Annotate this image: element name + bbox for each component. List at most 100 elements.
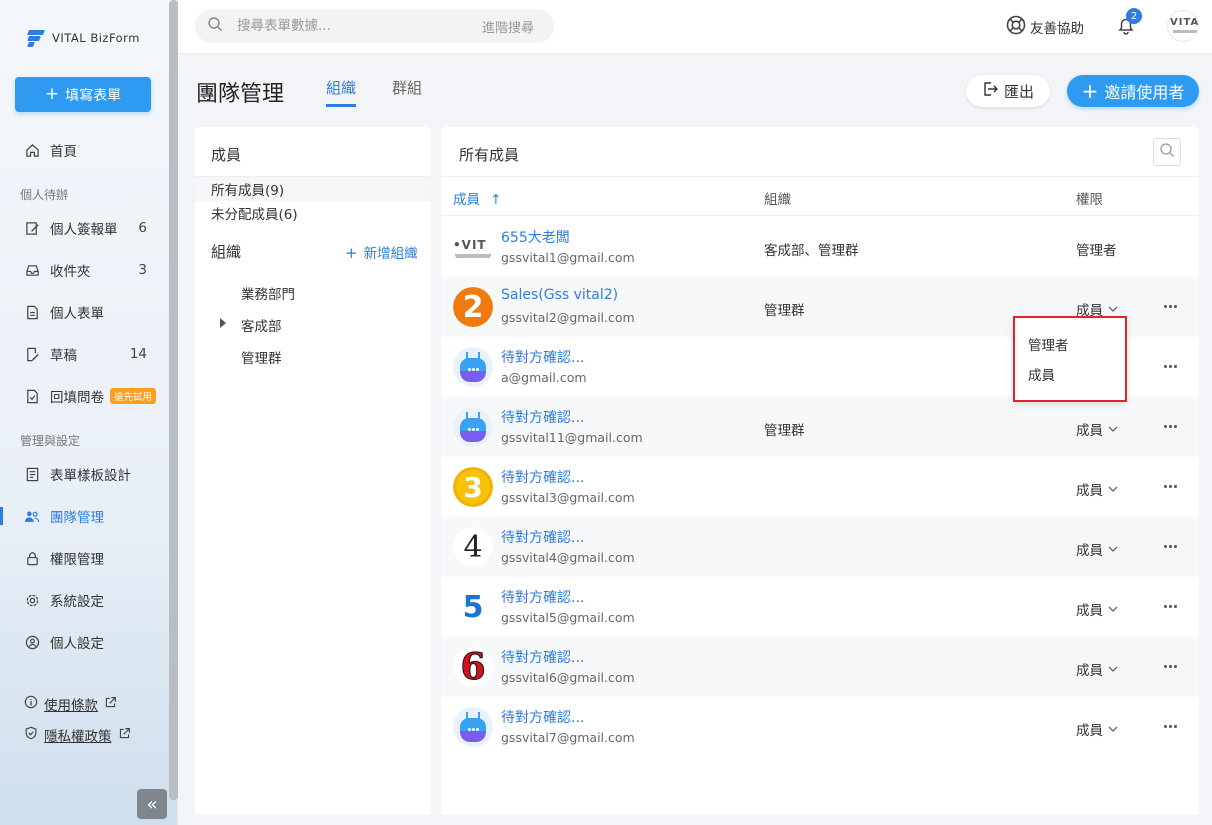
more-actions-button[interactable] [1161, 657, 1179, 675]
lifebuoy-icon [1006, 15, 1026, 39]
info-icon [24, 695, 38, 713]
member-name[interactable]: 待對方確認... [501, 587, 584, 607]
member-organization: 管理群 [764, 423, 805, 439]
search-icon [207, 16, 223, 36]
nav-template-design[interactable]: 表單樣板設計 [0, 459, 165, 489]
permission-option-member[interactable]: 成員 [1028, 364, 1055, 384]
member-search-button[interactable] [1153, 138, 1181, 166]
permission-dropdown[interactable]: 成員 [1076, 539, 1118, 559]
brand-logo[interactable]: VITAL BizForm [24, 28, 140, 48]
avatar: •VIT [453, 227, 493, 267]
org-tree-item[interactable]: 業務部門 [241, 283, 295, 303]
nav-system-settings[interactable]: 系統設定 [0, 585, 165, 615]
member-name[interactable]: 待對方確認... [501, 407, 584, 427]
more-actions-button[interactable] [1161, 717, 1179, 735]
member-name[interactable]: 待對方確認... [501, 467, 584, 487]
permission-dropdown[interactable]: 成員 [1076, 659, 1118, 679]
search-bar[interactable]: 進階搜尋 [195, 9, 554, 43]
column-header-member[interactable]: 成員 ↑ [453, 188, 502, 208]
table-row: 待對方確認... gssvital7@gmail.com 成員 [441, 697, 1199, 757]
permission-dropdown-menu: 管理者 成員 [1013, 316, 1127, 402]
member-name[interactable]: 待對方確認... [501, 347, 584, 367]
avatar: 5 [453, 587, 493, 627]
member-email: a@gmail.com [501, 370, 587, 385]
nav-personal-forms[interactable]: 個人表單 [0, 297, 165, 327]
add-organization-button[interactable]: + 新增組織 [345, 242, 418, 262]
privacy-link[interactable]: 隱私權政策 [24, 725, 131, 745]
nav-drafts[interactable]: 草稿 14 [0, 339, 165, 369]
collapse-sidebar-button[interactable]: « [137, 789, 167, 819]
export-button[interactable]: 匯出 [966, 75, 1050, 107]
sidebar-scrollbar[interactable] [169, 0, 178, 800]
more-actions-button[interactable] [1161, 357, 1179, 375]
notification-bell[interactable]: 2 [1116, 8, 1142, 39]
table-row: 6 待對方確認... gssvital6@gmail.com 成員 [441, 637, 1199, 697]
survey-icon [24, 388, 40, 404]
sidebar: VITAL BizForm + 填寫表單 首頁 個人待辦 個人簽報單 6 收件夾… [0, 0, 178, 825]
draft-icon [24, 346, 40, 362]
member-name[interactable]: Sales(Gss vital2) [501, 287, 618, 303]
more-actions-button[interactable] [1161, 297, 1179, 315]
member-email: gssvital1@gmail.com [501, 250, 635, 265]
more-actions-button[interactable] [1161, 477, 1179, 495]
invite-user-button[interactable]: + 邀請使用者 [1067, 75, 1199, 107]
org-tree-item[interactable]: 客成部 [241, 315, 282, 335]
member-name[interactable]: 待對方確認... [501, 527, 584, 547]
trial-badge: 搶先試用 [110, 388, 157, 404]
permission-dropdown[interactable]: 成員 [1076, 419, 1118, 439]
brand-name: VITAL BizForm [52, 31, 140, 45]
nav-personal-settings[interactable]: 個人設定 [0, 627, 165, 657]
tab-organization[interactable]: 組織 [326, 77, 357, 107]
organization-heading: 組織 [211, 243, 242, 261]
filter-all-members[interactable]: 所有成員(9) [195, 177, 431, 201]
member-email: gssvital3@gmail.com [501, 490, 635, 505]
count-badge: 14 [129, 346, 147, 362]
notification-count-badge: 2 [1126, 8, 1142, 24]
more-actions-button[interactable] [1161, 417, 1179, 435]
nav-home[interactable]: 首頁 [0, 135, 165, 165]
nav-team-management[interactable]: 團隊管理 [0, 501, 165, 531]
permission-dropdown[interactable]: 成員 [1076, 719, 1118, 739]
caret-right-icon[interactable] [220, 318, 226, 328]
permission-dropdown[interactable]: 成員 [1076, 599, 1118, 619]
table-row: 待對方確認... gssvital11@gmail.com 管理群 成員 [441, 397, 1199, 457]
avatar: 3 [453, 467, 493, 507]
chevron-down-icon [1108, 661, 1118, 677]
search-input[interactable] [237, 18, 457, 34]
nav-permission-management[interactable]: 權限管理 [0, 543, 165, 573]
user-avatar[interactable]: VITAL [1167, 10, 1199, 42]
sign-form-icon [24, 220, 40, 236]
help-button[interactable]: 友善協助 [1006, 15, 1084, 39]
table-row: 3 待對方確認... gssvital3@gmail.com 成員 [441, 457, 1199, 517]
shield-check-icon [24, 726, 38, 744]
external-link-icon [104, 696, 117, 713]
permission-dropdown[interactable]: 成員 [1076, 479, 1118, 499]
member-organization: 管理群 [764, 303, 805, 319]
org-tree-item[interactable]: 管理群 [241, 347, 282, 367]
member-name[interactable]: 655大老闆 [501, 227, 570, 247]
permission-option-admin[interactable]: 管理者 [1028, 334, 1069, 354]
member-name[interactable]: 待對方確認... [501, 647, 584, 667]
more-actions-button[interactable] [1161, 597, 1179, 615]
nav-inbox[interactable]: 收件夾 3 [0, 255, 165, 285]
external-link-icon [118, 727, 131, 744]
panel-title: 成員 [211, 146, 242, 164]
chevron-down-icon [1108, 541, 1118, 557]
nav-personal-sign[interactable]: 個人簽報單 6 [0, 213, 165, 243]
avatar [453, 707, 493, 747]
member-name[interactable]: 待對方確認... [501, 707, 584, 727]
member-email: gssvital5@gmail.com [501, 610, 635, 625]
tab-groups[interactable]: 群組 [392, 77, 422, 104]
filter-unassigned-members[interactable]: 未分配成員(6) [195, 201, 431, 225]
fill-form-button[interactable]: + 填寫表單 [15, 77, 151, 112]
terms-link[interactable]: 使用條款 [24, 694, 117, 714]
robot-icon [453, 347, 493, 387]
team-icon [24, 508, 40, 524]
vital-logo-icon [24, 28, 46, 48]
column-header-permission: 權限 [1076, 192, 1103, 208]
nav-survey[interactable]: 回填問卷 搶先試用 [0, 381, 165, 411]
more-actions-button[interactable] [1161, 537, 1179, 555]
inbox-icon [24, 262, 40, 278]
table-row: 5 待對方確認... gssvital5@gmail.com 成員 [441, 577, 1199, 637]
advanced-search-link[interactable]: 進階搜尋 [482, 17, 534, 36]
